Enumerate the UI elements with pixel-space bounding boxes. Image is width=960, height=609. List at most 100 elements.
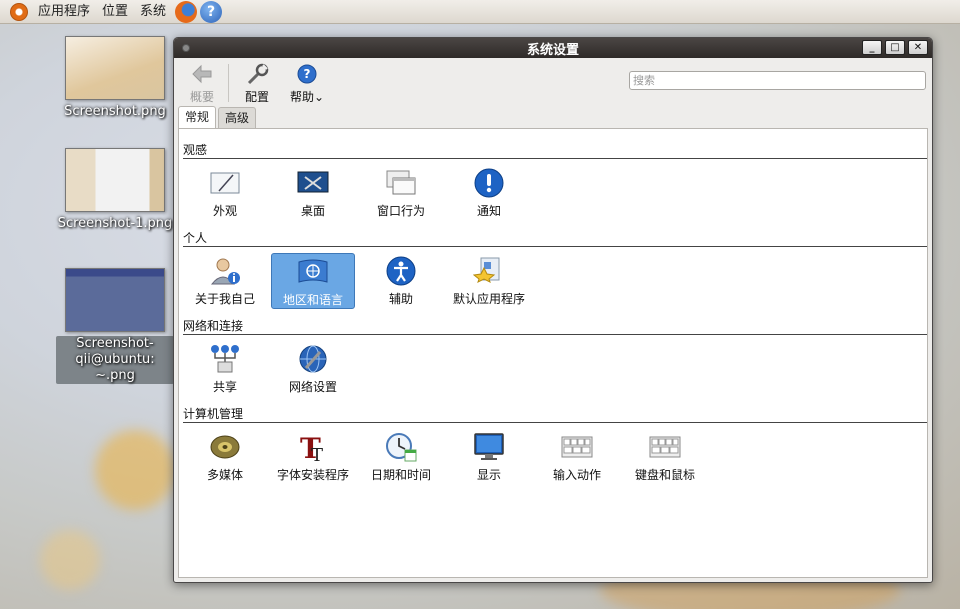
search-input[interactable]	[629, 71, 926, 90]
section-computer-admin: 计算机管理 多媒体 TT 字体安装程序 日期和时间 显示 输入动作 键盘和鼠标	[179, 407, 927, 495]
item-appearance[interactable]: 外观	[183, 165, 267, 221]
item-font-installer[interactable]: TT 字体安装程序	[271, 429, 355, 485]
window-menu-icon[interactable]	[182, 44, 190, 52]
minimize-icon[interactable]: _	[862, 40, 882, 55]
globe-flag-icon	[296, 256, 330, 288]
back-arrow-icon	[189, 62, 215, 86]
window-controls: _ □ ✕	[862, 40, 928, 55]
desktop-file-label: Screenshot-qii@ubuntu: ~.png	[56, 336, 174, 384]
desktop-file-screenshot-1[interactable]: Screenshot-1.png	[55, 148, 175, 232]
maximize-icon[interactable]: □	[885, 40, 905, 55]
item-label: 默认应用程序	[452, 292, 525, 306]
tab-advanced[interactable]: 高级	[218, 107, 257, 128]
notification-icon	[472, 167, 506, 199]
item-label: 输入动作	[552, 468, 601, 482]
chevron-down-icon: ⌄	[313, 90, 325, 104]
section-title: 个人	[183, 231, 208, 245]
ubuntu-logo-icon[interactable]	[10, 2, 28, 21]
configure-button[interactable]: 配置	[235, 62, 279, 105]
help-button[interactable]: ? 帮助⌄	[285, 62, 329, 105]
wrench-icon	[244, 62, 270, 86]
image-thumbnail	[65, 268, 165, 332]
section-look-and-feel: 观感 外观 桌面 窗口行为 通知	[179, 143, 927, 231]
item-date-time[interactable]: 日期和时间	[359, 429, 443, 485]
item-label: 窗口行为	[376, 204, 425, 218]
network-globe-icon	[296, 343, 330, 375]
overview-button[interactable]: 概要	[180, 62, 224, 105]
tab-bar: 常规 高级	[174, 106, 932, 128]
appearance-icon	[208, 167, 242, 199]
item-display[interactable]: 显示	[447, 429, 531, 485]
item-label: 外观	[212, 204, 237, 218]
tab-general[interactable]: 常规	[178, 106, 217, 128]
item-label: 共享	[212, 380, 237, 394]
overview-label: 概要	[189, 90, 214, 104]
item-input-actions[interactable]: 输入动作	[535, 429, 619, 485]
toolbar: 概要 配置 ? 帮助⌄	[174, 58, 932, 106]
item-label: 键盘和鼠标	[634, 468, 695, 482]
section-personal: 个人 关于我自己 地区和语言 辅助 默认应用程序	[179, 231, 927, 319]
top-panel: 应用程序 位置 系统 ?	[0, 0, 960, 24]
desktop-file-label: Screenshot.png	[64, 104, 166, 119]
font-icon: TT	[296, 431, 330, 463]
item-desktop[interactable]: 桌面	[271, 165, 355, 221]
item-label: 辅助	[388, 292, 413, 306]
monitor-icon	[472, 431, 506, 463]
item-sharing[interactable]: 共享	[183, 341, 267, 397]
image-thumbnail	[65, 148, 165, 212]
user-info-icon	[208, 255, 242, 287]
svg-text:?: ?	[304, 67, 311, 81]
speaker-icon	[208, 431, 242, 463]
item-label: 地区和语言	[282, 293, 343, 307]
menu-places[interactable]: 位置	[96, 0, 134, 24]
wallpaper-bokeh	[95, 430, 175, 510]
item-multimedia[interactable]: 多媒体	[183, 429, 267, 485]
item-label: 网络设置	[288, 380, 337, 394]
item-label: 显示	[476, 468, 501, 482]
close-icon[interactable]: ✕	[908, 40, 928, 55]
section-title: 网络和连接	[183, 319, 244, 333]
help-icon[interactable]: ?	[200, 0, 223, 23]
item-network-settings[interactable]: 网络设置	[271, 341, 355, 397]
keyboard-icon	[648, 431, 682, 463]
item-about-me[interactable]: 关于我自己	[183, 253, 267, 309]
desktop-file-screenshot[interactable]: Screenshot.png	[55, 36, 175, 120]
item-accessibility[interactable]: 辅助	[359, 253, 443, 309]
item-region-language[interactable]: 地区和语言	[271, 253, 355, 309]
desktop-icon	[296, 167, 330, 199]
item-label: 通知	[476, 204, 501, 218]
item-default-apps[interactable]: 默认应用程序	[447, 253, 531, 309]
clock-icon	[384, 431, 418, 463]
item-window-behavior[interactable]: 窗口行为	[359, 165, 443, 221]
configure-label: 配置	[244, 90, 269, 104]
section-title: 计算机管理	[183, 407, 244, 421]
window-behavior-icon	[384, 167, 418, 199]
system-settings-window: 系统设置 _ □ ✕ 概要 配置 ? 帮助⌄ 常规	[173, 37, 933, 583]
help-label: 帮助⌄	[289, 90, 325, 104]
accessibility-icon	[384, 255, 418, 287]
window-title: 系统设置	[526, 42, 579, 58]
firefox-icon[interactable]	[175, 0, 198, 23]
wallpaper-bokeh	[40, 530, 100, 590]
menu-system[interactable]: 系统	[134, 0, 172, 24]
item-label: 关于我自己	[194, 292, 255, 306]
item-label: 桌面	[300, 204, 325, 218]
item-label: 日期和时间	[370, 468, 431, 482]
desktop-file-label: Screenshot-1.png	[57, 216, 173, 231]
menu-applications[interactable]: 应用程序	[32, 0, 96, 24]
settings-panel: 观感 外观 桌面 窗口行为 通知 个人 关于我自己 地区和语言 辅助 默认应用程…	[178, 128, 928, 578]
toolbar-separator	[228, 64, 229, 102]
section-title: 观感	[183, 143, 208, 157]
item-label: 多媒体	[206, 468, 243, 482]
keyboard-icon	[560, 431, 594, 463]
default-apps-icon	[472, 255, 506, 287]
item-keyboard-mouse[interactable]: 键盘和鼠标	[623, 429, 707, 485]
item-label: 字体安装程序	[276, 468, 349, 482]
desktop-file-screenshot-terminal[interactable]: Screenshot-qii@ubuntu: ~.png	[55, 268, 175, 384]
item-notification[interactable]: 通知	[447, 165, 531, 221]
image-thumbnail	[65, 36, 165, 100]
title-bar[interactable]: 系统设置 _ □ ✕	[174, 38, 932, 58]
section-network: 网络和连接 共享 网络设置	[179, 319, 927, 407]
sharing-icon	[208, 343, 242, 375]
svg-text:T: T	[311, 445, 323, 463]
